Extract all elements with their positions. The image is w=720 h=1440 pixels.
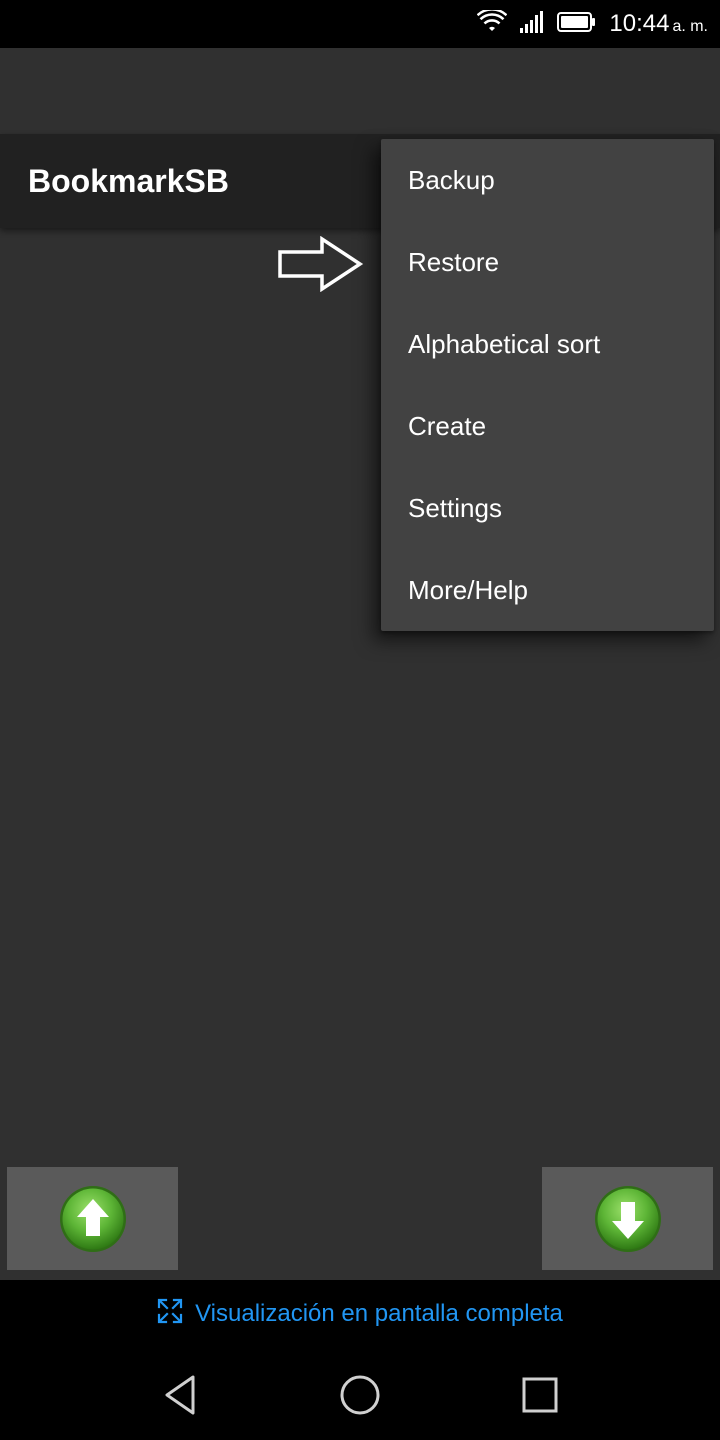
menu-item-create[interactable]: Create [381, 385, 714, 467]
fullscreen-label: Visualización en pantalla completa [195, 1300, 563, 1327]
back-button[interactable] [150, 1360, 210, 1430]
menu-item-alphabetical-sort[interactable]: Alphabetical sort [381, 303, 714, 385]
status-time: 10:44 a. m. [609, 10, 708, 38]
overflow-menu: Backup Restore Alphabetical sort Create … [381, 139, 714, 631]
home-button[interactable] [330, 1360, 390, 1430]
menu-item-backup[interactable]: Backup [381, 139, 714, 221]
app-title: BookmarkSB [28, 163, 229, 199]
home-icon [340, 1375, 380, 1415]
battery-icon [557, 11, 597, 38]
arrow-down-icon [594, 1185, 661, 1252]
scroll-down-button[interactable] [542, 1167, 713, 1270]
screen: 10:44 a. m. BookmarkSB Backup Restore Alp… [0, 0, 720, 1440]
pointer-arrow-icon [278, 236, 364, 292]
status-time-value: 10:44 [609, 10, 670, 37]
signal-icon [519, 10, 545, 39]
wifi-icon [477, 7, 508, 39]
fullscreen-icon [157, 1298, 183, 1331]
back-icon [165, 1375, 195, 1415]
status-ampm: a. m. [672, 18, 708, 35]
status-icons: 10:44 a. m. [477, 0, 708, 48]
system-nav-bar: Visualización en pantalla completa [0, 1280, 720, 1440]
nav-keys [0, 1360, 720, 1430]
arrow-up-icon [59, 1185, 126, 1252]
menu-item-more-help[interactable]: More/Help [381, 549, 714, 631]
fullscreen-prompt[interactable]: Visualización en pantalla completa [0, 1280, 720, 1348]
recents-icon [522, 1377, 558, 1413]
menu-item-settings[interactable]: Settings [381, 467, 714, 549]
recents-button[interactable] [510, 1360, 570, 1430]
menu-item-restore[interactable]: Restore [381, 221, 714, 303]
scroll-up-button[interactable] [7, 1167, 178, 1270]
status-bar: 10:44 a. m. [0, 0, 720, 48]
